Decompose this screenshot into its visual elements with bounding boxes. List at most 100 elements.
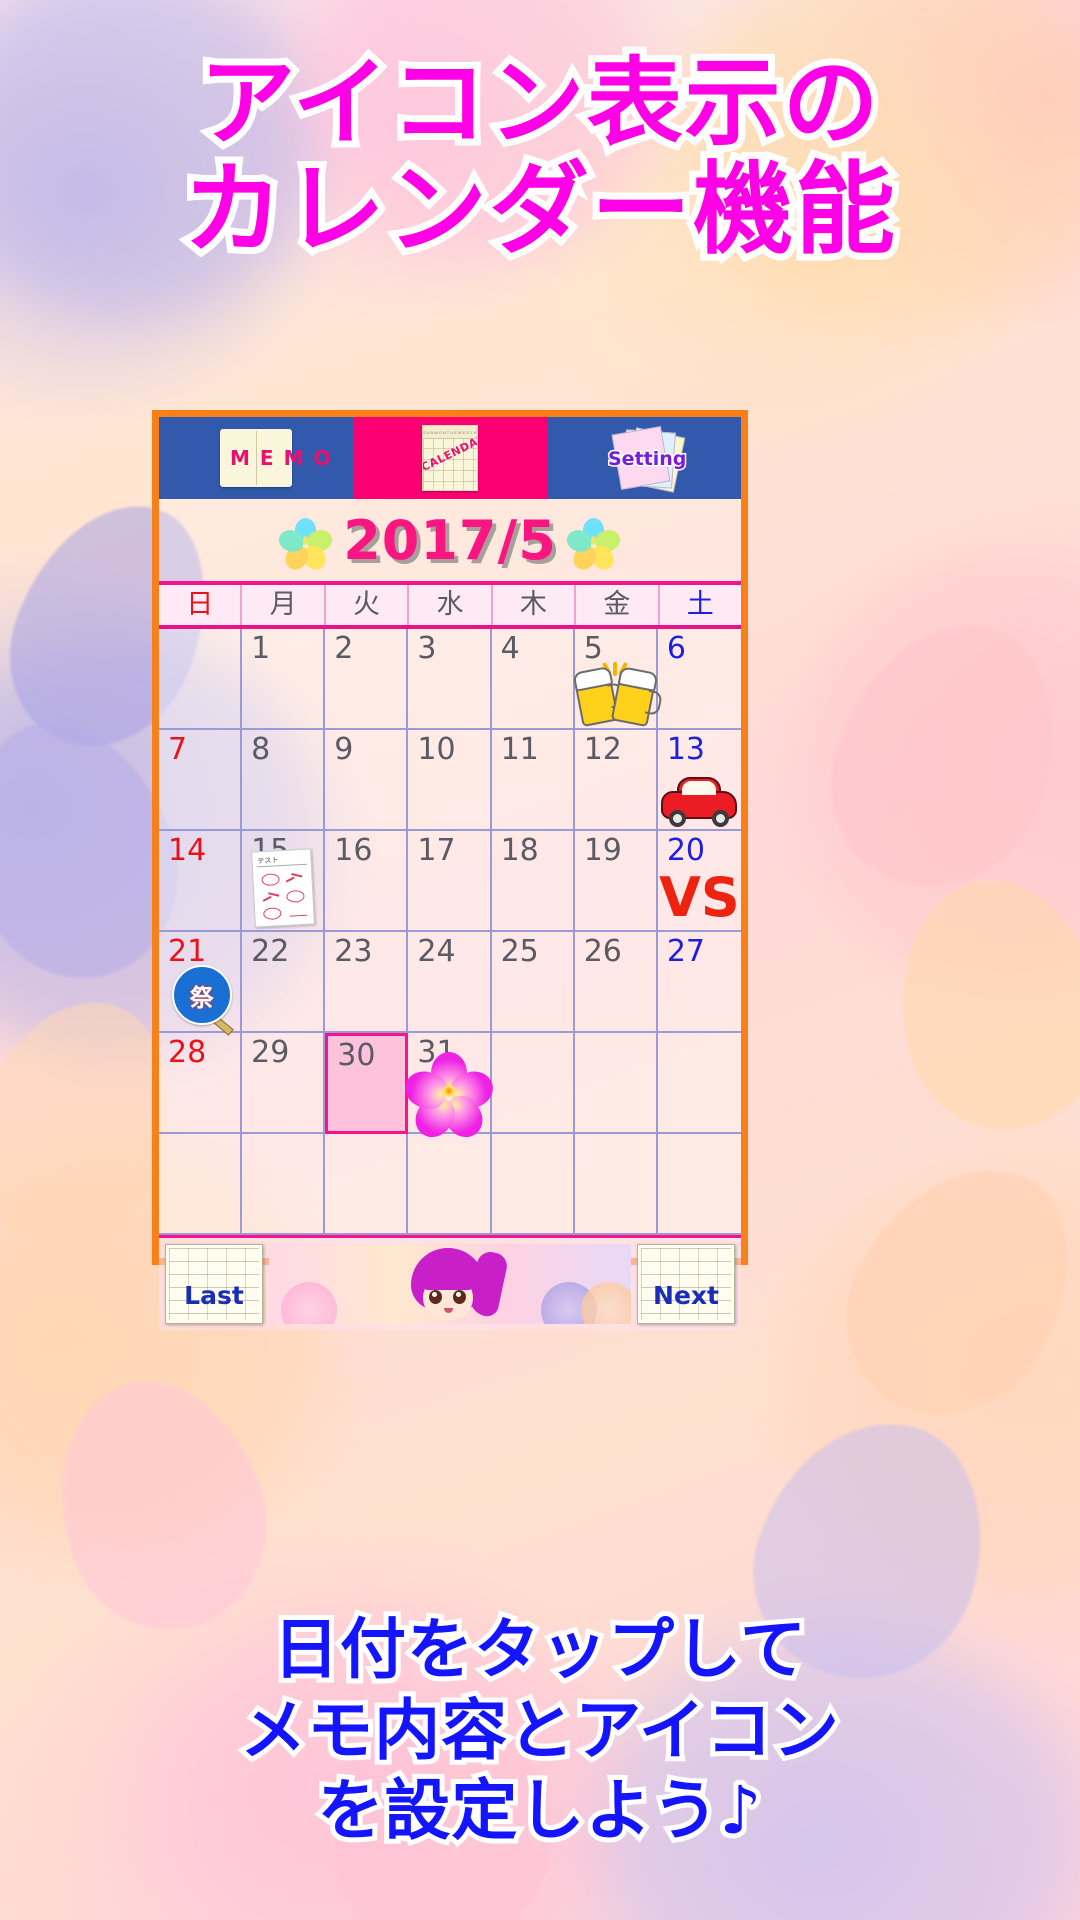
calendar-day-cell[interactable]: 25 xyxy=(491,932,575,1033)
calendar-day-cell[interactable]: 30 xyxy=(325,1033,409,1134)
calendar-empty-cell xyxy=(408,1134,492,1235)
day-number: 16 xyxy=(334,833,373,868)
calendar-day-cell[interactable]: 27 xyxy=(657,932,741,1033)
calendar-day-cell[interactable]: 21 祭 xyxy=(159,932,243,1036)
calendar-day-cell[interactable]: 22 xyxy=(242,932,326,1033)
calendar-day-cell[interactable]: 12 xyxy=(574,730,658,831)
day-number: 17 xyxy=(417,833,456,868)
calendar-day-cell[interactable]: 14 xyxy=(159,831,243,932)
day-icon-slot xyxy=(400,1052,498,1145)
day-number: 27 xyxy=(666,934,706,969)
calendar-day-cell[interactable]: 16 xyxy=(325,831,409,932)
day-number: 8 xyxy=(251,732,271,767)
calendar-day-cell[interactable]: 5 xyxy=(572,629,659,730)
calendar-day-cell[interactable]: 28 xyxy=(159,1033,243,1134)
day-icon-slot: 祭 xyxy=(159,961,240,1036)
calendar-day-cell[interactable]: 11 xyxy=(491,730,575,831)
headline-line-2: カレンダー機能 xyxy=(176,148,902,270)
calendar-day-cell[interactable]: 13 xyxy=(657,730,741,831)
calendar-day-cell[interactable]: 2 xyxy=(325,629,409,730)
month-header: 2017/5 xyxy=(159,499,741,581)
memo-icon-label: MEMO xyxy=(230,445,341,470)
calendar-day-cell[interactable]: 26 xyxy=(574,932,658,1033)
caption-line-3: を設定しよう♪ xyxy=(312,1767,766,1854)
day-number: 24 xyxy=(417,934,456,969)
calendar-day-cell[interactable]: 24 xyxy=(408,932,492,1033)
tab-calendar[interactable]: SUNMONTUEWEDTHU CALENDAR xyxy=(353,417,547,499)
calendar-day-cell[interactable]: 9 xyxy=(325,730,409,831)
weekday-monday: 月 xyxy=(242,585,326,625)
day-number: 25 xyxy=(500,934,539,969)
mascot-character-icon xyxy=(395,1246,510,1324)
weekday-sunday: 日 xyxy=(159,585,243,625)
calendar-day-cell[interactable]: 1 xyxy=(242,629,326,730)
calendar-empty-cell xyxy=(325,1134,409,1235)
day-number: 23 xyxy=(334,934,373,969)
calendar-page-icon: SUNMONTUEWEDTHU CALENDAR xyxy=(422,425,478,491)
calendar-empty-cell xyxy=(159,629,243,730)
day-number: 12 xyxy=(583,732,622,767)
setting-icon-label: Setting xyxy=(607,447,688,472)
calendar-day-cell[interactable]: 10 xyxy=(408,730,492,831)
month-title: 2017/5 xyxy=(343,508,557,572)
prev-month-button[interactable]: Last xyxy=(165,1244,263,1324)
weekday-tuesday: 火 xyxy=(326,585,410,625)
flower-left-icon xyxy=(276,518,336,574)
setting-cards-icon: Setting xyxy=(604,426,688,493)
day-number: 11 xyxy=(500,732,539,767)
calendar-day-cell[interactable]: 7 xyxy=(159,730,243,831)
day-number: 18 xyxy=(500,833,539,868)
day-number: 26 xyxy=(583,934,622,969)
calendar-day-cell[interactable]: 23 xyxy=(325,932,409,1033)
calendar-grid: 123456789101112131415テスト1617181920VS21祭2… xyxy=(159,629,741,1235)
calendar-day-cell[interactable]: 19 xyxy=(574,831,658,932)
calendar-empty-cell xyxy=(159,1134,243,1235)
tab-memo[interactable]: MEMO xyxy=(159,417,353,499)
calendar-empty-cell xyxy=(491,1134,575,1235)
sakura-flower-icon xyxy=(400,1052,498,1145)
calendar-day-cell[interactable]: 31 xyxy=(400,1033,498,1145)
day-icon-slot xyxy=(572,658,659,728)
calendar-day-cell[interactable]: 4 xyxy=(491,629,575,730)
calendar-day-cell[interactable]: 17 xyxy=(408,831,492,932)
calendar-day-cell[interactable]: 3 xyxy=(408,629,492,730)
vs-text-icon: VS xyxy=(659,866,740,929)
calendar-empty-cell xyxy=(657,1134,741,1235)
weekday-friday: 金 xyxy=(576,585,660,625)
calendar-day-cell[interactable]: 18 xyxy=(491,831,575,932)
tab-bar: MEMO SUNMONTUEWEDTHU CALENDAR Setting xyxy=(159,417,741,499)
calendar-day-cell[interactable]: 6 xyxy=(657,629,741,730)
day-number: 14 xyxy=(168,833,207,868)
day-icon-slot: テスト xyxy=(242,848,323,928)
day-number: 9 xyxy=(334,732,354,767)
day-icon-slot xyxy=(658,759,741,827)
calendar-empty-cell xyxy=(657,1033,741,1134)
calendar-nav-bar: Last Next xyxy=(159,1235,741,1330)
day-number: 1 xyxy=(251,631,271,666)
weekday-saturday: 土 xyxy=(686,589,714,620)
weekday-wednesday: 水 xyxy=(409,585,493,625)
calendar-day-cell[interactable]: 15テスト xyxy=(242,831,326,932)
day-number: 22 xyxy=(251,934,290,969)
page-title: アイコン表示の カレンダー機能 xyxy=(0,44,1080,270)
memo-book-icon: MEMO xyxy=(220,429,341,487)
tab-setting[interactable]: Setting xyxy=(547,417,741,499)
flower-right-icon xyxy=(563,518,623,574)
day-number: 29 xyxy=(251,1035,290,1070)
day-number: 3 xyxy=(417,631,437,666)
calendar-empty-cell xyxy=(491,1033,575,1134)
calendar-empty-cell xyxy=(574,1134,658,1235)
calendar-day-cell[interactable]: 20 VS xyxy=(657,831,741,932)
day-number: 19 xyxy=(583,833,622,868)
next-month-button[interactable]: Next xyxy=(637,1244,735,1324)
calendar-day-cell[interactable]: 8 xyxy=(242,730,326,831)
mascot-banner xyxy=(269,1244,631,1324)
weekday-header: 日 月 火 水 木 金 土 xyxy=(159,581,741,629)
calendar-empty-cell xyxy=(242,1134,326,1235)
calendar-empty-cell xyxy=(574,1033,658,1134)
app-screen: MEMO SUNMONTUEWEDTHU CALENDAR Setting 20… xyxy=(152,410,748,1330)
caption-line-1: 日付をタップして xyxy=(268,1606,811,1693)
test-paper-icon: テスト xyxy=(250,848,315,928)
beer-cheers-icon xyxy=(572,661,659,728)
calendar-day-cell[interactable]: 29 xyxy=(242,1033,326,1134)
